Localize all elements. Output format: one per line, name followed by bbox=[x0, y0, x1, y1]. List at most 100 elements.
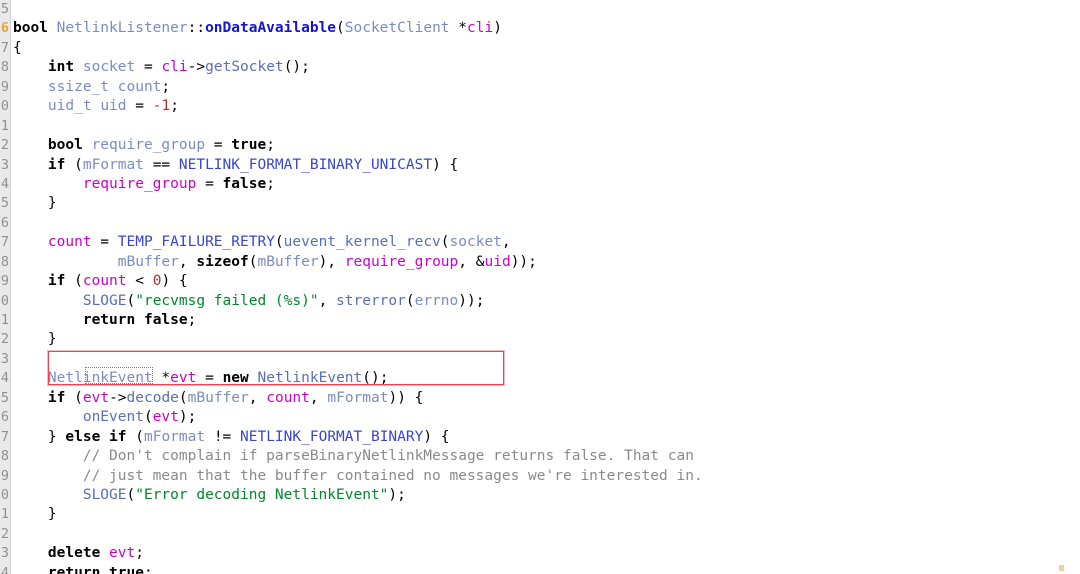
line-number: 7 bbox=[0, 39, 9, 56]
code-token-pun: ); bbox=[388, 486, 406, 503]
code-token-pun bbox=[100, 545, 109, 561]
code-line[interactable]: SLOGE("Error decoding NetlinkEvent"); bbox=[13, 486, 1080, 505]
code-line[interactable] bbox=[13, 525, 1080, 544]
code-token-fn: onEvent bbox=[82, 409, 144, 426]
code-token-typ: mFormat bbox=[327, 389, 389, 406]
code-token-pun bbox=[13, 487, 83, 503]
code-token-pun bbox=[74, 59, 83, 75]
code-token-typ: uid bbox=[100, 98, 127, 115]
code-line[interactable]: count = TEMP_FAILURE_RETRY(uevent_kernel… bbox=[13, 233, 1080, 252]
code-text-area[interactable]: bool NetlinkListener::onDataAvailable(So… bbox=[13, 0, 1080, 574]
code-token-pun bbox=[249, 370, 258, 386]
code-token-pun: = bbox=[196, 175, 223, 192]
code-line[interactable]: { bbox=[13, 39, 1080, 58]
code-line[interactable]: NetlinkEvent *evt = new NetlinkEvent(); bbox=[13, 369, 1080, 388]
code-line[interactable]: } else if (mFormat != NETLINK_FORMAT_BIN… bbox=[13, 428, 1080, 447]
code-token-pun: )); bbox=[510, 253, 537, 270]
code-token-pun: ; bbox=[161, 78, 171, 95]
code-token-pun: ( bbox=[126, 428, 144, 445]
code-line[interactable]: } bbox=[13, 505, 1080, 524]
code-token-pun: ( bbox=[65, 273, 83, 290]
code-line[interactable]: if (count < 0) { bbox=[13, 272, 1080, 291]
code-line[interactable]: delete evt; bbox=[13, 544, 1080, 563]
code-token-fn: SLOGE bbox=[82, 292, 127, 309]
code-editor-viewport[interactable]: 5678901234567890123456789012345678901234… bbox=[0, 0, 1080, 574]
code-token-typ: require_group bbox=[91, 137, 206, 154]
code-token-pun: ; bbox=[266, 175, 275, 192]
code-line[interactable]: ssize_t count; bbox=[13, 78, 1080, 97]
line-number: 4 bbox=[0, 564, 9, 574]
code-token-pun bbox=[92, 98, 101, 114]
code-token-var: count bbox=[47, 234, 92, 251]
code-token-var: uid bbox=[484, 253, 511, 270]
code-line[interactable]: onEvent(evt); bbox=[13, 408, 1080, 427]
code-token-pun: * bbox=[449, 20, 467, 37]
code-line[interactable]: return true; bbox=[13, 564, 1080, 574]
code-token-pun bbox=[100, 565, 109, 574]
code-token-fn: uevent_kernel_recv bbox=[283, 234, 441, 251]
code-token-typ: socket bbox=[449, 234, 502, 251]
code-line[interactable]: int socket = cli->getSocket(); bbox=[13, 58, 1080, 77]
code-line[interactable]: bool require_group = true; bbox=[13, 136, 1080, 155]
code-token-pun: = bbox=[91, 234, 118, 251]
code-line[interactable]: // Don't complain if parseBinaryNetlinkM… bbox=[13, 447, 1080, 466]
code-token-pun: ( bbox=[65, 389, 83, 406]
code-token-kw: false bbox=[143, 312, 188, 328]
line-number: 6 bbox=[0, 409, 9, 426]
code-token-var: evt bbox=[170, 370, 197, 387]
line-number: 0 bbox=[0, 292, 9, 309]
code-token-pun: ), bbox=[318, 253, 345, 270]
code-token-pun: , & bbox=[458, 253, 485, 270]
line-number: 3 bbox=[0, 545, 9, 562]
code-token-pun bbox=[13, 312, 83, 328]
code-token-pun: < bbox=[126, 273, 153, 290]
code-token-pun bbox=[13, 137, 48, 153]
code-line[interactable] bbox=[13, 350, 1080, 369]
line-number: 8 bbox=[0, 448, 9, 465]
code-token-var: cli bbox=[161, 59, 188, 76]
line-number: 4 bbox=[0, 175, 9, 192]
code-line[interactable]: return false; bbox=[13, 311, 1080, 330]
code-line[interactable]: if (mFormat == NETLINK_FORMAT_BINARY_UNI… bbox=[13, 156, 1080, 175]
code-token-var: require_group bbox=[82, 175, 197, 192]
code-token-kw: new bbox=[222, 370, 249, 387]
code-token-kw: bool bbox=[13, 20, 48, 37]
code-token-fnb: onDataAvailable bbox=[205, 20, 337, 37]
code-token-pun: , bbox=[318, 292, 337, 309]
code-line[interactable]: require_group = false; bbox=[13, 175, 1080, 194]
code-token-fn: getSocket bbox=[205, 59, 284, 76]
code-line[interactable]: // just mean that the buffer contained n… bbox=[13, 467, 1080, 486]
line-number: 1 bbox=[0, 312, 9, 328]
code-token-fn: decode bbox=[126, 389, 179, 406]
code-token-pun: , bbox=[309, 389, 328, 406]
code-token-mac: NETLINK_FORMAT_BINARY_UNICAST bbox=[178, 156, 433, 173]
code-line[interactable]: SLOGE("recvmsg failed (%s)", strerror(er… bbox=[13, 292, 1080, 311]
code-token-var: cli bbox=[467, 20, 494, 37]
code-line[interactable] bbox=[13, 0, 1080, 19]
code-token-pun bbox=[100, 429, 109, 445]
code-token-pun: ( bbox=[126, 486, 136, 503]
line-number-gutter[interactable]: 5678901234567890123456789012345678901234… bbox=[0, 0, 11, 574]
line-number: 8 bbox=[0, 253, 9, 270]
code-token-pun: = bbox=[126, 98, 153, 115]
code-token-pun bbox=[13, 157, 48, 173]
code-line[interactable]: if (evt->decode(mBuffer, count, mFormat)… bbox=[13, 389, 1080, 408]
code-token-pun: { bbox=[13, 39, 22, 56]
code-line[interactable]: mBuffer, sizeof(mBuffer), require_group,… bbox=[13, 253, 1080, 272]
code-token-str: "recvmsg failed (%s)" bbox=[135, 292, 319, 309]
code-token-kw: false bbox=[222, 175, 267, 192]
code-token-pun: = bbox=[205, 137, 232, 154]
code-line[interactable] bbox=[13, 117, 1080, 136]
code-line[interactable] bbox=[13, 214, 1080, 233]
code-line[interactable]: uid_t uid = -1; bbox=[13, 97, 1080, 116]
code-line[interactable]: } bbox=[13, 194, 1080, 213]
code-token-pun bbox=[13, 293, 83, 309]
code-token-pun: ) bbox=[493, 20, 502, 37]
code-token-pun: ); bbox=[178, 409, 197, 426]
code-line[interactable]: bool NetlinkListener::onDataAvailable(So… bbox=[13, 19, 1080, 38]
code-line[interactable]: } bbox=[13, 330, 1080, 349]
code-token-pun: ( bbox=[336, 20, 345, 37]
code-token-typ: NetlinkListener bbox=[56, 20, 188, 37]
code-token-typ: ssize_t bbox=[47, 78, 110, 95]
code-token-str: "Error decoding NetlinkEvent" bbox=[135, 486, 389, 503]
